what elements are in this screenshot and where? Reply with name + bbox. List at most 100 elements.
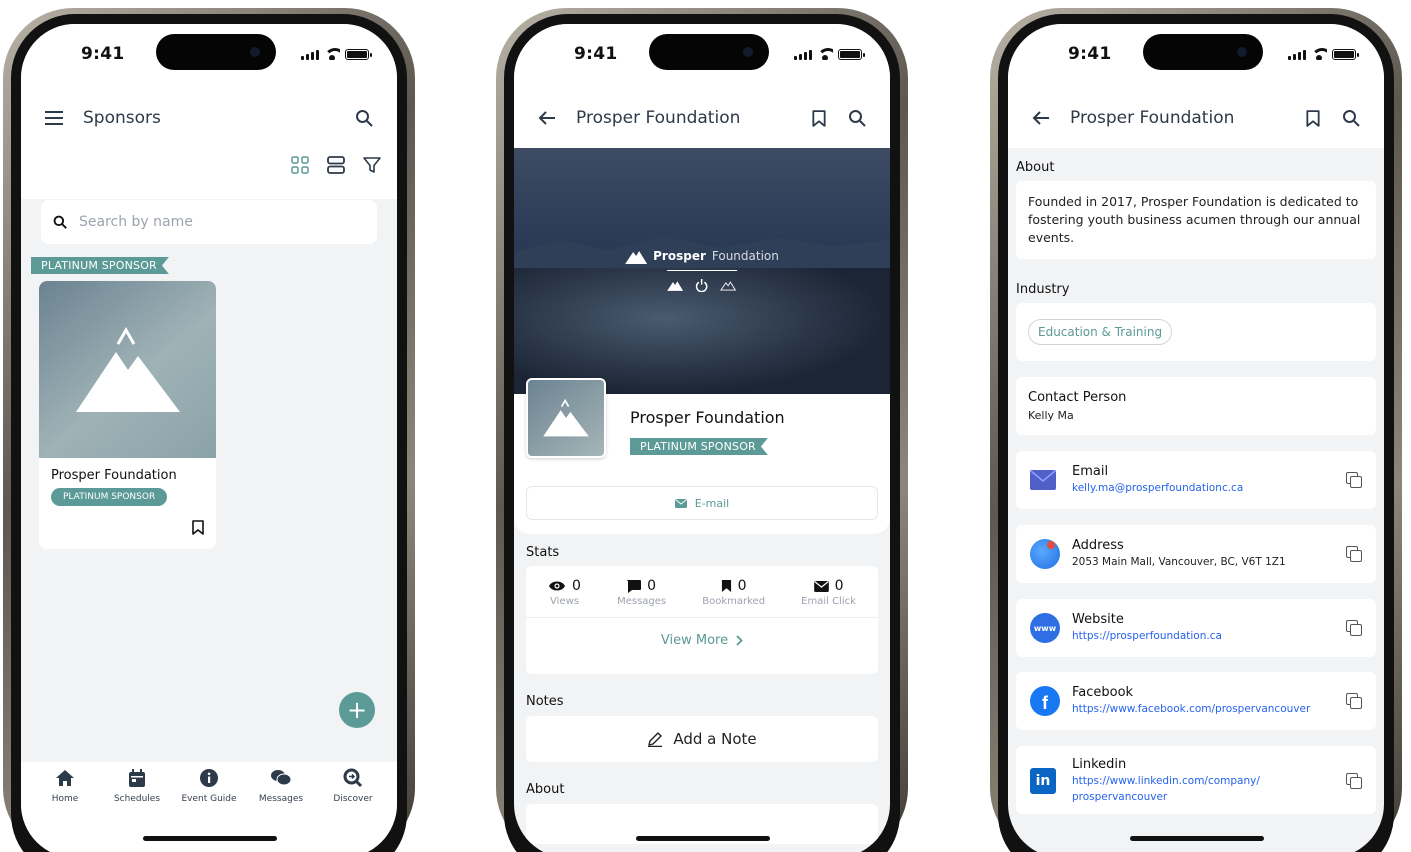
phone-frame-sponsor-detail: 9:41 Prosper Foundation Prosper Foundati… — [496, 8, 908, 852]
contact-website-value[interactable]: https://prosperfoundation.ca — [1072, 629, 1346, 644]
tab-discover[interactable]: Discover — [318, 768, 388, 852]
contact-website-row[interactable]: www Website https://prosperfoundation.ca — [1016, 599, 1376, 657]
contact-person-label: Contact Person — [1028, 390, 1127, 405]
tab-home[interactable]: Home — [30, 768, 100, 852]
bookmark-icon — [721, 580, 731, 592]
contact-email-row[interactable]: Email kelly.ma@prosperfoundationc.ca — [1016, 451, 1376, 509]
mountain-icon — [625, 251, 648, 264]
grid-view-icon[interactable] — [291, 156, 309, 174]
copy-icon[interactable] — [1346, 773, 1362, 789]
about-heading: About — [526, 782, 565, 797]
home-icon — [56, 770, 74, 786]
sponsors-screen: 9:41 Sponsors Search by name PLATINUM SP… — [21, 24, 397, 852]
about-text: Founded in 2017, Prosper Foundation is d… — [1028, 194, 1361, 246]
app-bar: Prosper Foundation — [1008, 94, 1384, 142]
pencil-icon — [648, 732, 663, 747]
stat-messages-value: 0 — [647, 578, 657, 594]
add-button[interactable]: + — [339, 692, 375, 728]
home-indicator — [1130, 836, 1264, 841]
contact-email-value[interactable]: kelly.ma@prosperfoundationc.ca — [1072, 481, 1346, 496]
contact-email-title: Email — [1072, 463, 1109, 479]
industry-heading: Industry — [1016, 282, 1070, 297]
stat-email-click-value: 0 — [834, 578, 844, 594]
copy-icon[interactable] — [1346, 620, 1362, 636]
contact-linkedin-value-line2: prospervancouver — [1072, 790, 1168, 803]
sponsor-logo — [526, 378, 606, 458]
about-card: Founded in 2017, Prosper Foundation is d… — [1016, 181, 1376, 260]
profile-header: Prosper Foundation PLATINUM SPONSOR E-ma… — [514, 378, 890, 534]
tab-event-guide-label: Event Guide — [181, 794, 237, 804]
sponsor-card[interactable]: Prosper Foundation PLATINUM SPONSOR — [39, 281, 216, 549]
wifi-icon — [817, 48, 833, 60]
envelope-icon — [674, 498, 687, 508]
contact-linkedin-row[interactable]: in Linkedin https://www.linkedin.com/com… — [1016, 746, 1376, 814]
industry-chip[interactable]: Education & Training — [1028, 319, 1173, 345]
contact-linkedin-value[interactable]: https://www.linkedin.com/company/prosper… — [1072, 774, 1346, 804]
email-button[interactable]: E-mail — [526, 486, 878, 520]
copy-icon[interactable] — [1346, 693, 1362, 709]
sponsor-name: Prosper Foundation — [51, 468, 177, 483]
stat-email-click-label: Email Click — [801, 596, 856, 607]
status-time: 9:41 — [574, 44, 618, 64]
view-more-label: View More — [660, 632, 729, 648]
copy-icon[interactable] — [1346, 472, 1362, 488]
search-input[interactable]: Search by name — [41, 200, 377, 244]
add-note-button[interactable]: Add a Note — [526, 716, 878, 762]
signal-icon — [794, 50, 812, 60]
stat-messages: 0 Messages — [617, 578, 666, 607]
contact-facebook-row[interactable]: f Facebook https://www.facebook.com/pros… — [1016, 672, 1376, 730]
wifi-icon — [1311, 48, 1327, 60]
sponsor-badge: PLATINUM SPONSOR — [51, 488, 168, 506]
search-icon — [53, 215, 67, 229]
info-icon — [200, 769, 218, 787]
menu-icon[interactable] — [45, 111, 63, 125]
status-time: 9:41 — [1068, 44, 1112, 64]
power-icon — [696, 279, 708, 292]
view-more-button[interactable]: View More — [526, 618, 878, 662]
contact-facebook-title: Facebook — [1072, 684, 1134, 700]
email-button-label: E-mail — [694, 496, 730, 510]
discover-icon — [343, 768, 363, 788]
contact-person-card: Contact Person Kelly Ma — [1016, 377, 1376, 435]
tier-ribbon: PLATINUM SPONSOR — [31, 257, 169, 274]
about-heading: About — [1016, 160, 1055, 175]
map-pin-icon — [1030, 539, 1060, 569]
tab-messages-label: Messages — [258, 794, 304, 804]
back-arrow-icon[interactable] — [538, 110, 556, 126]
phone-frame-sponsors: 9:41 Sponsors Search by name PLATINUM SP… — [3, 8, 415, 852]
status-bar: 9:41 — [514, 24, 890, 84]
contact-address-row[interactable]: Address 2053 Main Mall, Vancouver, BC, V… — [1016, 525, 1376, 583]
wifi-icon — [324, 48, 340, 60]
contact-facebook-value[interactable]: https://www.facebook.com/prospervancouve… — [1072, 702, 1346, 717]
home-indicator — [143, 836, 277, 841]
phone-frame-sponsor-info: 9:41 Prosper Foundation About Founded in… — [990, 8, 1402, 852]
notes-heading: Notes — [526, 694, 564, 709]
bookmark-icon[interactable] — [1306, 109, 1320, 127]
linkedin-icon: in — [1030, 768, 1056, 794]
status-time: 9:41 — [81, 44, 125, 64]
battery-icon — [1332, 49, 1359, 60]
cover-brand-bold: Prosper — [653, 249, 706, 263]
sponsor-info-screen: 9:41 Prosper Foundation About Founded in… — [1008, 24, 1384, 852]
facebook-icon: f — [1030, 686, 1060, 716]
stats-heading: Stats — [526, 545, 560, 560]
list-view-icon[interactable] — [327, 156, 345, 174]
contact-address-title: Address — [1072, 537, 1124, 553]
back-arrow-icon[interactable] — [1032, 110, 1050, 126]
chevron-right-icon — [736, 634, 743, 646]
sponsor-logo — [39, 281, 216, 458]
bookmark-icon[interactable] — [812, 109, 826, 127]
search-icon[interactable] — [355, 109, 373, 127]
mountain-outline-icon — [720, 281, 737, 291]
stat-bookmarked-label: Bookmarked — [702, 596, 766, 607]
bookmark-icon[interactable] — [192, 520, 204, 535]
eye-icon — [549, 581, 566, 591]
search-icon[interactable] — [1342, 109, 1360, 127]
stat-bookmarked-value: 0 — [737, 578, 747, 594]
calendar-icon — [129, 769, 145, 787]
copy-icon[interactable] — [1346, 546, 1362, 562]
cover-brand-light: Foundation — [711, 249, 779, 263]
search-icon[interactable] — [848, 109, 866, 127]
status-bar: 9:41 — [1008, 24, 1384, 84]
filter-icon[interactable] — [363, 156, 381, 174]
